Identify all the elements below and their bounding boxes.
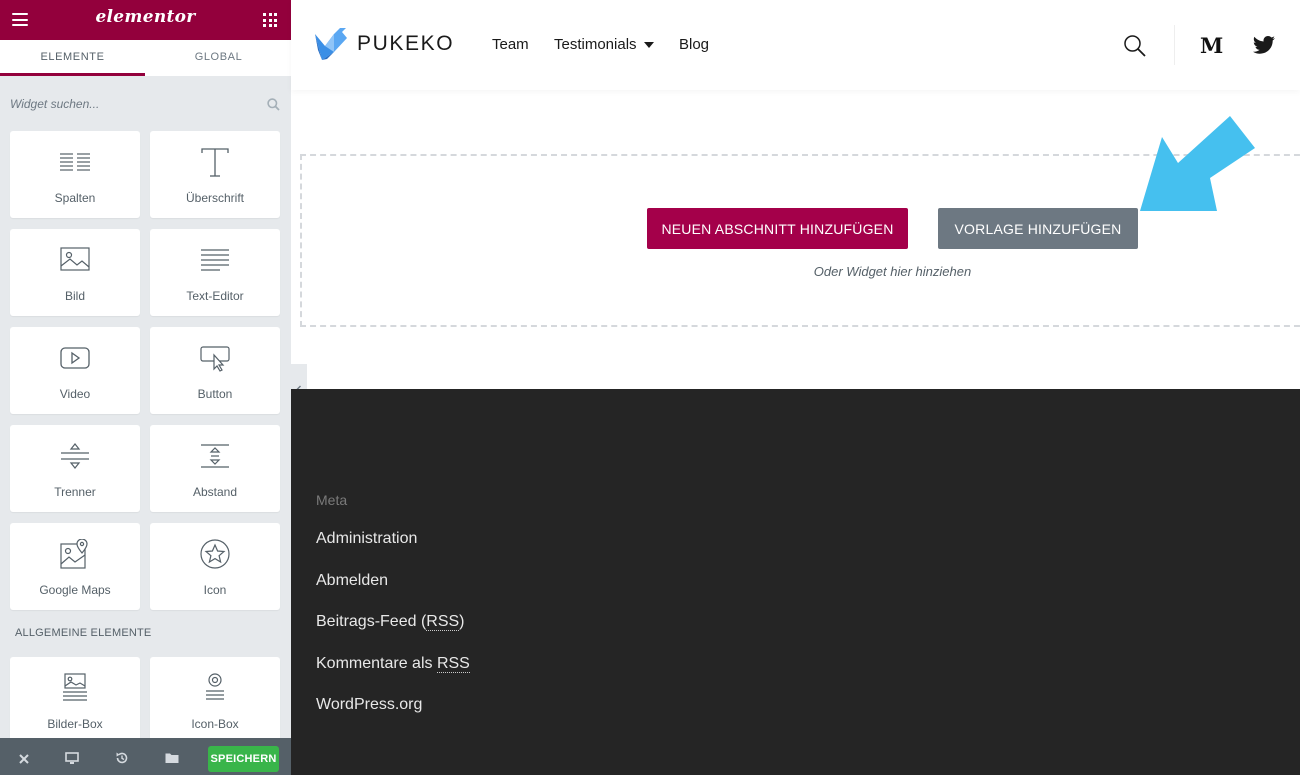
widget-label: Button (197, 387, 233, 401)
footer-link-wordpress[interactable]: WordPress.org (316, 696, 422, 714)
save-button[interactable]: SPEICHERN (208, 746, 279, 772)
medium-icon[interactable]: M (1200, 33, 1223, 58)
widget-label: Icon (203, 583, 227, 597)
widget-video[interactable]: Video (10, 327, 140, 414)
footer-link-administration[interactable]: Administration (316, 530, 417, 548)
panel-tabs: ELEMENTE GLOBAL (0, 40, 291, 76)
widget-google-maps[interactable]: Google Maps (10, 523, 140, 610)
widget-label: Trenner (54, 485, 96, 499)
add-template-button[interactable]: VORLAGE HINZUFÜGEN (938, 208, 1138, 249)
widget-divider[interactable]: Trenner (10, 425, 140, 512)
footer-link-comments-feed[interactable]: Kommentare als RSS (316, 655, 470, 673)
widget-heading[interactable]: Überschrift (150, 131, 280, 218)
widget-search-input[interactable] (10, 94, 255, 114)
widget-image-box[interactable]: Bilder-Box (10, 657, 140, 744)
widget-label: Abstand (192, 485, 238, 499)
google-maps-icon (60, 539, 88, 569)
image-icon (60, 247, 90, 271)
divider-icon (61, 443, 89, 469)
heading-icon (201, 148, 229, 177)
widget-search (0, 76, 291, 130)
footer-link-text: Beitrags-Feed ( (316, 613, 427, 630)
widget-icon[interactable]: Icon (150, 523, 280, 610)
search-icon[interactable] (267, 98, 280, 111)
widget-label: Bilder-Box (47, 717, 103, 731)
twitter-icon[interactable] (1253, 36, 1275, 54)
responsive-desktop-icon[interactable] (64, 750, 80, 766)
history-icon[interactable] (114, 750, 130, 766)
image-box-icon (63, 673, 87, 701)
tab-global[interactable]: GLOBAL (146, 40, 291, 76)
widget-label: Icon-Box (191, 717, 239, 731)
drop-widget-hint: Oder Widget hier hinziehen (813, 264, 972, 279)
columns-icon (60, 153, 90, 171)
widget-spacer[interactable]: Abstand (150, 425, 280, 512)
widget-columns[interactable]: Spalten (10, 131, 140, 218)
footer-link-logout[interactable]: Abmelden (316, 572, 388, 590)
button-icon (200, 346, 230, 372)
widget-label: Video (59, 387, 91, 401)
widget-label: Bild (64, 289, 85, 303)
panel-header: elementor (0, 0, 291, 40)
spacer-icon (201, 444, 229, 468)
folder-icon[interactable] (164, 750, 180, 766)
widget-image[interactable]: Bild (10, 229, 140, 316)
widget-label: Text-Editor (186, 289, 244, 303)
elementor-logo: elementor (95, 7, 196, 27)
widgets-grid-icon[interactable] (263, 13, 277, 27)
site-title[interactable]: PUKEKO (357, 32, 454, 56)
nav-blog[interactable]: Blog (679, 36, 709, 53)
site-search-icon[interactable] (1124, 35, 1146, 57)
rss-abbr: RSS (426, 613, 460, 631)
pukeko-logo[interactable] (314, 26, 350, 60)
close-icon[interactable] (16, 751, 32, 767)
footer-meta-heading: Meta (316, 492, 348, 508)
widget-text-editor[interactable]: Text-Editor (150, 229, 280, 316)
widget-icon-box[interactable]: Icon-Box (150, 657, 280, 744)
section-heading-general: ALLGEMEINE ELEMENTE (15, 627, 152, 639)
header-divider (1174, 25, 1175, 65)
icon-box-icon (206, 673, 224, 700)
text-editor-icon (201, 249, 229, 271)
nav-team[interactable]: Team (492, 36, 529, 53)
site-footer (291, 389, 1300, 775)
star-icon (200, 539, 230, 569)
widget-label: Google Maps (39, 583, 111, 597)
footer-link-text: Kommentare als (316, 655, 437, 672)
widget-label: Spalten (54, 191, 96, 205)
add-new-section-button[interactable]: NEUEN ABSCHNITT HINZUFÜGEN (647, 208, 908, 249)
rss-abbr: RSS (436, 655, 470, 673)
widget-label: Überschrift (185, 191, 244, 205)
footer-link-text: ) (459, 613, 465, 630)
footer-link-entries-feed[interactable]: Beitrags-Feed (RSS) (316, 613, 465, 631)
chevron-down-icon[interactable] (644, 42, 654, 48)
arrow-pointer-icon (1140, 116, 1255, 211)
nav-testimonials[interactable]: Testimonials (554, 36, 637, 53)
video-icon (60, 347, 90, 369)
tab-elements[interactable]: ELEMENTE (0, 40, 145, 76)
widget-button[interactable]: Button (150, 327, 280, 414)
